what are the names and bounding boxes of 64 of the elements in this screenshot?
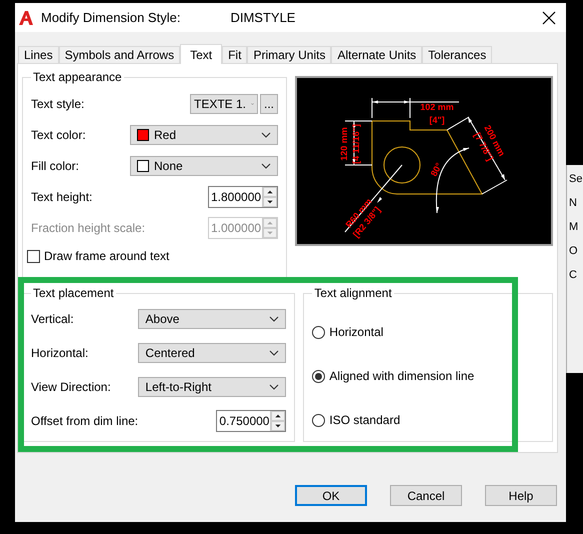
group-title: Text alignment	[313, 286, 393, 300]
chevron-down-icon	[261, 162, 271, 168]
panel-label: N	[568, 197, 578, 209]
spin-box[interactable]: 0.750000	[216, 410, 286, 432]
field-label: Text color:	[31, 128, 86, 142]
panel-label: C	[568, 269, 578, 281]
field-label: Vertical:	[31, 312, 74, 326]
dropdown[interactable]: Above	[138, 309, 286, 329]
dimension-label: 102 mm	[420, 102, 454, 112]
group-title: Text placement	[32, 286, 115, 300]
dropdown-value: Left-to-Right	[145, 380, 212, 394]
radio-label: ISO standard	[329, 413, 400, 427]
tab[interactable]: Fit	[222, 46, 248, 63]
dropdown-value: Red	[154, 128, 178, 142]
field-label: Fraction height scale:	[31, 220, 146, 234]
spin-box[interactable]: 1.800000	[208, 186, 278, 208]
browse-button[interactable]: ...	[260, 94, 278, 114]
field-label: Horizontal:	[31, 346, 88, 360]
radio-label: Aligned with dimension line	[329, 369, 474, 383]
close-icon[interactable]	[542, 10, 556, 24]
field-label: View Direction:	[31, 380, 111, 394]
field-label: Offset from dim line:	[31, 414, 138, 428]
tab[interactable]: Tolerances	[422, 46, 492, 63]
radio-button[interactable]	[312, 370, 326, 382]
style-name: DIMSTYLE	[230, 10, 296, 25]
tab[interactable]: Lines	[18, 46, 59, 63]
checkbox-label: Draw frame around text	[44, 249, 170, 263]
dropdown[interactable]: Centered	[138, 343, 286, 363]
checkbox[interactable]	[27, 250, 40, 262]
tab[interactable]: Text	[180, 44, 222, 64]
window-title: Modify Dimension Style:	[41, 10, 180, 25]
field-label: Fill color:	[31, 158, 80, 172]
dropdown-value: Above	[145, 312, 180, 326]
tab[interactable]: Symbols and Arrows	[58, 46, 180, 63]
dropdown-value: TEXTE 1.	[194, 96, 246, 110]
field-label: Text height:	[31, 190, 92, 204]
dropdown[interactable]: None	[130, 156, 278, 176]
dropdown[interactable]: Red	[130, 124, 278, 144]
tab[interactable]: Alternate Units	[331, 46, 422, 63]
chevron-down-icon	[269, 350, 280, 356]
dialog-button[interactable]: Help	[485, 485, 557, 506]
dimension-label: [4"]	[429, 115, 445, 125]
chevron-down-icon	[261, 132, 271, 138]
panel-label: M	[568, 221, 580, 233]
radio-button[interactable]	[312, 414, 326, 426]
dialog-button[interactable]: Cancel	[390, 485, 462, 506]
chevron-down-icon	[269, 316, 280, 322]
field-label: Text style:	[31, 96, 84, 110]
dropdown[interactable]: TEXTE 1.	[190, 94, 258, 114]
dimension-label: 120 mm	[339, 127, 349, 161]
chevron-down-icon	[269, 384, 280, 390]
radio-label: Horizontal	[329, 325, 384, 339]
panel-label: Se	[568, 173, 583, 185]
group-title: Text appearance	[32, 70, 123, 84]
dropdown-value: None	[154, 158, 184, 172]
dimension-label: [4 11/16"]	[351, 124, 361, 164]
panel-label: O	[568, 245, 579, 257]
dropdown[interactable]: Left-to-Right	[138, 377, 286, 397]
dimension-label: 80°	[428, 161, 444, 178]
radio-button[interactable]	[312, 326, 326, 338]
dropdown-value: Centered	[145, 346, 196, 360]
tab[interactable]: Primary Units	[247, 46, 332, 63]
app-logo-icon	[18, 10, 34, 26]
dialog-button[interactable]: OK	[295, 485, 367, 506]
